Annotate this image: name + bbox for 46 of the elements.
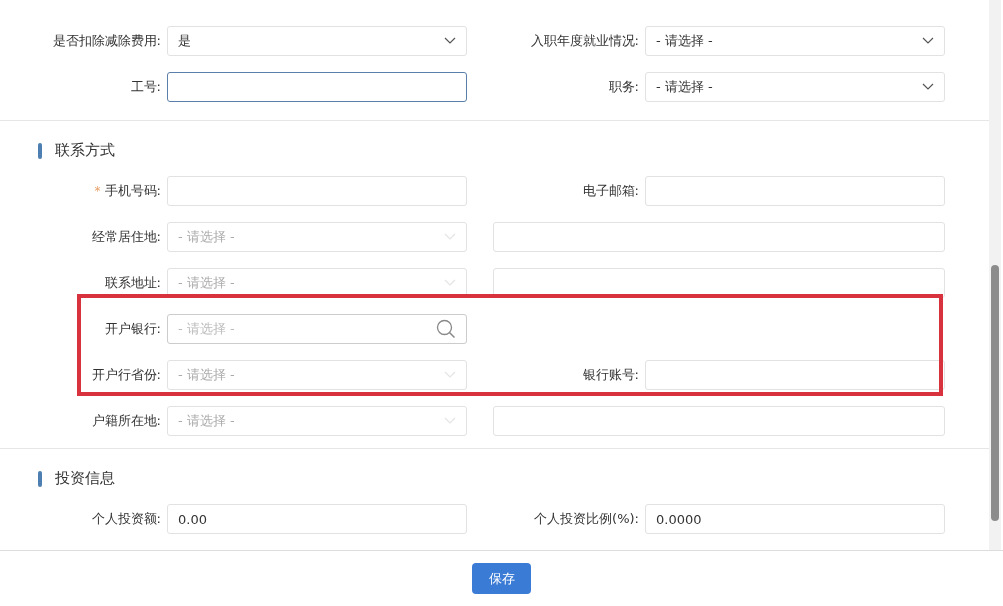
input-field[interactable]	[167, 72, 467, 102]
section-marker	[38, 142, 42, 159]
input-value: 0.0000	[656, 511, 702, 527]
field-label: 电子邮箱:	[581, 182, 639, 200]
field-label: 入职年度就业情况:	[529, 32, 639, 50]
chevron-down-icon	[444, 279, 456, 287]
select-value: - 请选择 -	[178, 274, 235, 292]
input-field[interactable]: 0.00	[167, 504, 467, 534]
save-button[interactable]: 保存	[472, 563, 531, 594]
chevron-down-icon	[922, 83, 934, 91]
select-field[interactable]: 是	[167, 26, 467, 56]
select-field[interactable]: - 请选择 -	[645, 72, 945, 102]
field-label: 工号:	[129, 78, 161, 96]
field-label: 个人投资比例(%):	[533, 510, 639, 528]
required-mark: *	[94, 184, 101, 198]
placeholder-text: - 请选择 -	[178, 320, 235, 338]
select-value: - 请选择 -	[656, 32, 713, 50]
select-value: - 请选择 -	[178, 412, 235, 430]
chevron-down-icon	[444, 37, 456, 45]
field-label: 联系地址:	[103, 274, 161, 292]
chevron-down-icon	[444, 417, 456, 425]
section-title: 联系方式	[55, 141, 115, 160]
select-field[interactable]: - 请选择 -	[645, 26, 945, 56]
field-label: 开户行省份:	[90, 366, 161, 384]
field-label: 户籍所在地:	[90, 412, 161, 430]
scrollbar[interactable]	[989, 0, 1001, 550]
chevron-down-icon	[444, 371, 456, 379]
section-title: 投资信息	[55, 469, 115, 488]
select-value: - 请选择 -	[178, 228, 235, 246]
scrollbar-thumb[interactable]	[991, 265, 999, 521]
input-field[interactable]: 0.0000	[645, 504, 945, 534]
field-label: 职务:	[607, 78, 639, 96]
field-label: 个人投资额:	[90, 510, 161, 528]
chevron-down-icon	[444, 233, 456, 241]
select-value: 是	[178, 32, 191, 50]
field-label: 开户银行:	[103, 320, 161, 338]
field-label: 是否扣除减除费用:	[51, 32, 161, 50]
field-label: 经常居住地:	[90, 228, 161, 246]
search-icon	[436, 319, 456, 339]
field-label: * 手机号码:	[93, 182, 161, 200]
section-marker	[38, 470, 42, 487]
field-label: 银行账号:	[581, 366, 639, 384]
select-value: - 请选择 -	[656, 78, 713, 96]
input-value: 0.00	[178, 511, 207, 527]
select-value: - 请选择 -	[178, 366, 235, 384]
chevron-down-icon	[922, 37, 934, 45]
